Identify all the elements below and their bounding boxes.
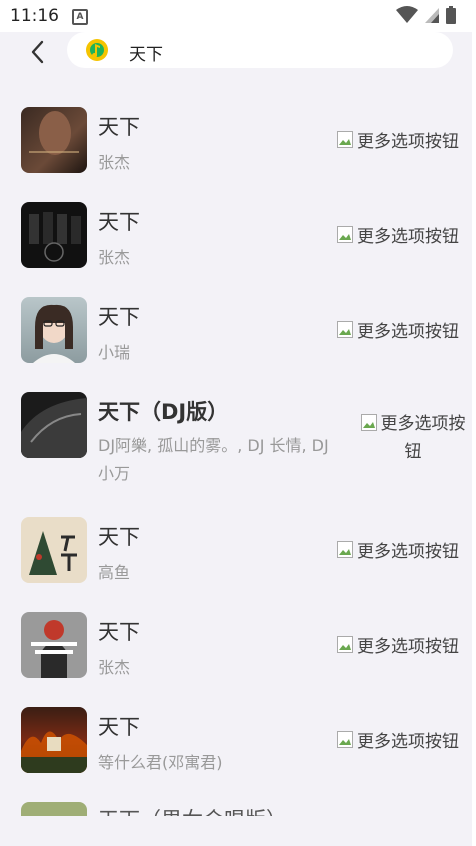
song-row[interactable]: 天下 等什么君(邓寓君) 更多选项按钮: [0, 707, 476, 787]
song-row[interactable]: 天下（DJ版） DJ阿樂, 孤山的雾。, DJ 长情, DJ小万 更多选项按钮: [0, 392, 476, 502]
more-options-label: 更多选项按钮: [357, 227, 459, 247]
cover-portrait-icon: [29, 111, 79, 155]
song-title: 天下: [98, 210, 140, 234]
more-options-button[interactable]: 更多选项按钮: [337, 727, 459, 752]
chevron-left-icon: [31, 40, 44, 64]
album-cover: [21, 202, 87, 268]
back-button[interactable]: [22, 36, 56, 68]
search-input[interactable]: 天下: [67, 32, 453, 68]
album-cover: [21, 297, 87, 363]
broken-image-icon: [337, 226, 353, 243]
more-options-label: 更多选项按钮: [357, 542, 459, 562]
song-title: 天下: [98, 715, 140, 739]
song-row[interactable]: 天下 张杰 更多选项按钮: [0, 202, 476, 282]
cover-dark-portrait-icon: [21, 398, 87, 458]
more-options-button[interactable]: 更多选项按钮: [358, 410, 468, 466]
status-icons: [396, 6, 456, 24]
list-bottom-edge: [0, 816, 476, 846]
cover-tree-icon: [29, 531, 77, 575]
more-options-label: 更多选项按钮: [357, 637, 459, 657]
song-title: 天下: [98, 525, 140, 549]
album-cover: [21, 517, 87, 583]
album-cover: [21, 107, 87, 173]
more-options-label: 更多选项按钮: [357, 732, 459, 752]
status-bar: 11:16 A: [0, 0, 476, 32]
search-query: 天下: [129, 45, 163, 65]
song-artist: DJ阿樂, 孤山的雾。, DJ 长情, DJ小万: [98, 436, 329, 483]
album-cover: [21, 392, 87, 458]
song-title: 天下（DJ版）: [98, 400, 229, 424]
more-options-button[interactable]: 更多选项按钮: [337, 222, 459, 247]
broken-image-icon: [337, 321, 353, 338]
song-artist: 等什么君(邓寓君): [98, 753, 223, 772]
more-options-button[interactable]: 更多选项按钮: [337, 127, 459, 152]
song-artist: 张杰: [98, 658, 131, 677]
song-row[interactable]: 天下 张杰 更多选项按钮: [0, 612, 476, 692]
broken-image-icon: [337, 131, 353, 148]
more-options-label: 更多选项按钮: [380, 414, 466, 462]
signal-icon: [425, 8, 439, 23]
song-title: 天下: [98, 115, 140, 139]
song-artist: 小瑞: [98, 343, 131, 362]
more-options-label: 更多选项按钮: [357, 322, 459, 342]
song-row[interactable]: 天下 高鱼 更多选项按钮: [0, 517, 476, 597]
scroll-edge: [472, 32, 476, 846]
notification-a-icon: A: [72, 9, 88, 25]
album-cover: [21, 707, 87, 773]
song-row[interactable]: 天下 小瑞 更多选项按钮: [0, 297, 476, 377]
album-cover: [21, 612, 87, 678]
cover-fire-scene-icon: [21, 731, 87, 773]
music-app-logo-icon: [86, 39, 108, 61]
more-options-button[interactable]: 更多选项按钮: [337, 632, 459, 657]
song-title: 天下: [98, 305, 140, 329]
song-row[interactable]: 天下 张杰 更多选项按钮: [0, 107, 476, 187]
broken-image-icon: [360, 412, 377, 431]
more-options-button[interactable]: 更多选项按钮: [337, 317, 459, 342]
more-options-label: 更多选项按钮: [357, 132, 459, 152]
search-header: 天下: [0, 32, 476, 72]
cover-group-icon: [29, 212, 81, 262]
song-artist: 张杰: [98, 153, 131, 172]
battery-icon: [446, 6, 456, 24]
broken-image-icon: [337, 636, 353, 653]
broken-image-icon: [337, 541, 353, 558]
song-list: 天下 张杰 更多选项按钮 天下 张杰 更多选项按钮 天下 小瑞 更多选项按钮 天…: [0, 72, 476, 846]
cover-portrait-icon: [33, 304, 75, 363]
status-time: 11:16: [10, 6, 59, 26]
song-artist: 张杰: [98, 248, 131, 267]
cover-figure-icon: [31, 620, 77, 678]
wifi-icon: [396, 6, 418, 23]
song-artist: 高鱼: [98, 563, 131, 582]
song-title: 天下: [98, 620, 140, 644]
broken-image-icon: [337, 731, 353, 748]
more-options-button[interactable]: 更多选项按钮: [337, 537, 459, 562]
